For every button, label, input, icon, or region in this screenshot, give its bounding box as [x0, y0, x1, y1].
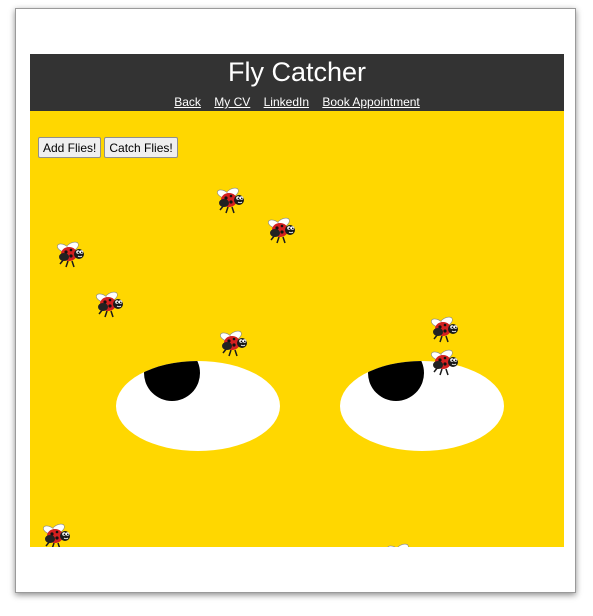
browser-window: Fly Catcher Back My CV LinkedIn Book App… — [15, 8, 576, 593]
ladybug-icon[interactable] — [212, 185, 248, 215]
ladybug-icon[interactable] — [263, 215, 299, 245]
nav-link-book-appointment[interactable]: Book Appointment — [322, 95, 419, 109]
add-flies-button[interactable]: Add Flies! — [38, 137, 102, 158]
catch-flies-button[interactable]: Catch Flies! — [104, 137, 178, 158]
left-eye — [116, 361, 280, 451]
ladybug-icon[interactable] — [382, 541, 418, 547]
site-header: Fly Catcher Back My CV LinkedIn Book App… — [30, 54, 564, 111]
right-eye — [340, 361, 504, 451]
ladybug-icon[interactable] — [426, 347, 462, 377]
ladybug-icon[interactable] — [215, 328, 251, 358]
left-pupil — [144, 361, 200, 401]
nav-link-linkedin[interactable]: LinkedIn — [264, 95, 309, 109]
ladybug-icon[interactable] — [52, 239, 88, 269]
ladybug-icon[interactable] — [38, 521, 74, 547]
game-area[interactable]: Add Flies! Catch Flies! — [30, 111, 564, 547]
nav-link-back[interactable]: Back — [174, 95, 201, 109]
nav-bar: Back My CV LinkedIn Book Appointment — [30, 95, 564, 109]
page-title: Fly Catcher — [227, 57, 367, 87]
nav-link-my-cv[interactable]: My CV — [214, 95, 250, 109]
right-pupil — [368, 361, 424, 401]
ladybug-icon[interactable] — [91, 289, 127, 319]
game-controls: Add Flies! Catch Flies! — [38, 137, 178, 158]
ladybug-icon[interactable] — [426, 314, 462, 344]
